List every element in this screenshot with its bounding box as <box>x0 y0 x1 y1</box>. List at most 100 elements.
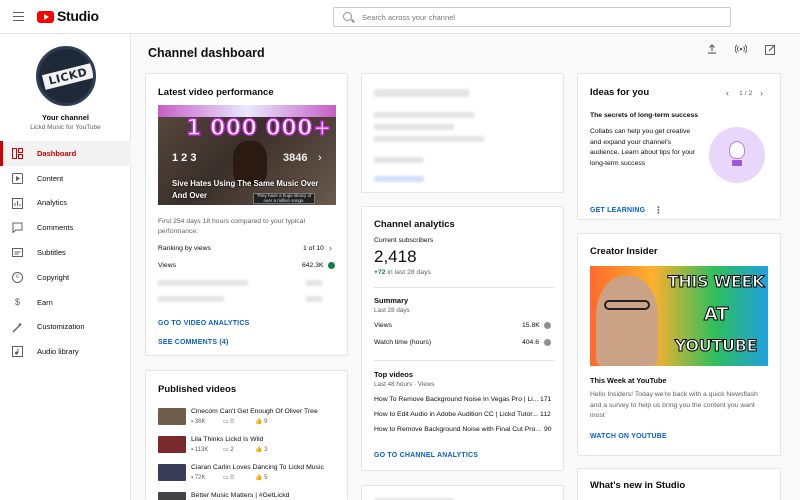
thumbnail-text-line: THIS WEEK <box>667 272 765 292</box>
positive-trend-icon <box>328 262 335 269</box>
blurred-line <box>374 112 474 118</box>
sidebar-item-comments[interactable]: Comments <box>0 215 131 240</box>
avatar-logo-text: LICKD <box>41 63 93 90</box>
create-post-icon[interactable] <box>762 44 778 60</box>
video-title[interactable]: Lila Thinks Lickd Is Wild <box>191 436 263 443</box>
video-stats: ▪ 72K ▭ 0 👍 5 <box>191 475 268 481</box>
divider <box>374 287 554 288</box>
lightbulb-icon <box>729 141 745 159</box>
sidebar-item-analytics[interactable]: Analytics <box>0 191 131 216</box>
go-to-channel-analytics-link[interactable]: GO TO CHANNEL ANALYTICS <box>374 452 478 459</box>
analytics-icon <box>12 197 23 209</box>
menu-icon[interactable] <box>13 12 24 21</box>
subscribers-label: Current subscribers <box>374 237 434 244</box>
thumbnail-person <box>596 276 658 366</box>
thumbnail-text-line: AT <box>703 304 729 326</box>
sidebar-item-label: Audio library <box>37 347 79 357</box>
chevron-right-icon: › <box>318 152 322 164</box>
creator-insider-card: Creator Insider THIS WEEK AT YOUTUBE Thi… <box>577 233 781 456</box>
top-videos-subtitle: Last 48 hours · Views <box>374 381 435 388</box>
more-options-icon[interactable]: ⋮ <box>654 205 663 216</box>
compare-text: First 254 days 18 hours compared to your… <box>158 218 305 235</box>
sidebar-item-label: Customization <box>37 322 85 332</box>
video-stats: ▪ 113K ▭ 2 👍 3 <box>191 447 268 453</box>
app-title[interactable]: Studio <box>57 8 99 24</box>
video-title[interactable]: Cinecom Can't Get Enough Of Oliver Tree <box>191 408 318 415</box>
summary-title: Summary <box>374 296 409 305</box>
video-thumbnail[interactable] <box>158 408 186 425</box>
search-icon[interactable] <box>343 12 352 21</box>
top-video-title[interactable]: How to Remove Background Noise with Fina… <box>374 426 541 433</box>
published-video-row[interactable]: Ciaran Carlin Loves Dancing To Lickd Mus… <box>158 463 347 487</box>
sidebar-item-customization[interactable]: Customization <box>0 315 131 340</box>
thumbnail-speech-bubble: They have a huge library of over a milli… <box>253 193 315 204</box>
top-video-views: 171 <box>540 396 552 403</box>
sidebar-item-copyright[interactable]: c Copyright <box>0 265 131 290</box>
top-videos-title: Top videos <box>374 370 414 379</box>
card-title: What's new in Studio <box>590 480 686 491</box>
whats-new-card: What's new in Studio <box>577 468 781 500</box>
copyright-icon: c <box>12 271 23 283</box>
blurred-line <box>374 124 454 130</box>
divider <box>374 360 554 361</box>
video-thumbnail[interactable] <box>158 436 186 453</box>
video-title[interactable]: Ciaran Carlin Loves Dancing To Lickd Mus… <box>191 464 324 471</box>
dashboard-icon <box>12 148 23 159</box>
watch-time-label: Watch time (hours) <box>374 339 432 346</box>
sidebar-item-audio-library[interactable]: Audio library <box>0 339 131 364</box>
video-stats: ▪ 36K ▭ 0 👍 9 <box>191 419 268 425</box>
audio-library-icon <box>12 346 23 358</box>
upload-icon[interactable] <box>704 44 720 60</box>
neutral-trend-icon <box>544 339 551 346</box>
card-title: Channel analytics <box>374 219 455 230</box>
published-video-row[interactable]: Cinecom Can't Get Enough Of Oliver Tree … <box>158 407 347 431</box>
insider-video-title[interactable]: This Week at YouTube <box>590 376 667 385</box>
sidebar-item-earn[interactable]: $ Earn <box>0 290 131 315</box>
channel-name: Lickd Music for YouTube <box>30 124 101 131</box>
watch-on-youtube-link[interactable]: WATCH ON YOUTUBE <box>590 433 667 440</box>
comments-icon <box>12 222 23 234</box>
views-value: 15.8K <box>522 322 540 329</box>
video-title[interactable]: Better Music Matters | #GetLickd <box>191 492 289 499</box>
creator-insider-thumbnail[interactable]: THIS WEEK AT YOUTUBE <box>590 266 768 366</box>
previous-page-icon[interactable]: ‹ <box>726 88 729 98</box>
thumbnail-text-line: YOUTUBE <box>674 336 758 356</box>
customization-icon <box>12 322 23 333</box>
content-icon <box>12 172 23 184</box>
ranking-chevron-icon[interactable]: › <box>329 243 332 253</box>
search-input[interactable] <box>362 10 722 24</box>
sidebar-item-dashboard[interactable]: Dashboard <box>0 141 131 166</box>
views-label: Views <box>158 262 177 269</box>
thumbnail-big-text: 1 000 000+ <box>185 115 332 142</box>
go-to-video-analytics-link[interactable]: GO TO VIDEO ANALYTICS <box>158 320 249 327</box>
published-video-row[interactable]: Lila Thinks Lickd Is Wild ▪ 113K ▭ 2 👍 3 <box>158 435 347 459</box>
video-thumbnail[interactable] <box>158 464 186 481</box>
top-video-views: 90 <box>544 426 552 433</box>
idea-subtitle: The secrets of long-term success <box>590 112 699 119</box>
next-page-icon[interactable]: › <box>760 88 763 98</box>
published-video-row[interactable]: Better Music Matters | #GetLickd <box>158 491 347 500</box>
go-live-icon[interactable] <box>733 44 749 60</box>
top-video-title[interactable]: How to Edit Audio in Adobe Audition CC |… <box>374 411 538 418</box>
blurred-notifications-card <box>361 73 564 193</box>
published-videos-card: Published videos Cinecom Can't Get Enoug… <box>145 370 348 500</box>
channel-avatar[interactable]: LICKD <box>36 46 96 106</box>
get-learning-link[interactable]: GET LEARNING <box>590 207 645 214</box>
top-video-title[interactable]: How To Remove Background Noise In Vegas … <box>374 396 538 403</box>
search-box[interactable] <box>333 7 731 27</box>
insider-body: Hello Insiders! Today we're back with a … <box>590 391 758 419</box>
sidebar-item-label: Dashboard <box>37 148 77 158</box>
blurred-metric-value <box>306 280 322 286</box>
see-comments-link[interactable]: SEE COMMENTS (4) <box>158 339 228 346</box>
top-bar: Studio <box>0 0 800 34</box>
card-title: Published videos <box>158 384 237 395</box>
blurred-title <box>374 89 469 97</box>
sidebar-item-content[interactable]: Content <box>0 166 131 191</box>
sidebar: LICKD Your channel Lickd Music for YouTu… <box>0 34 131 500</box>
video-thumbnail[interactable]: 1 000 000+ 1 2 3 3846 › Sive Hates Using… <box>158 105 336 205</box>
video-thumbnail[interactable] <box>158 492 186 500</box>
sidebar-item-label: Subtitles <box>37 248 66 258</box>
sidebar-item-subtitles[interactable]: Subtitles <box>0 240 131 265</box>
sidebar-item-label: Content <box>37 173 64 183</box>
youtube-logo-icon[interactable] <box>37 11 54 23</box>
